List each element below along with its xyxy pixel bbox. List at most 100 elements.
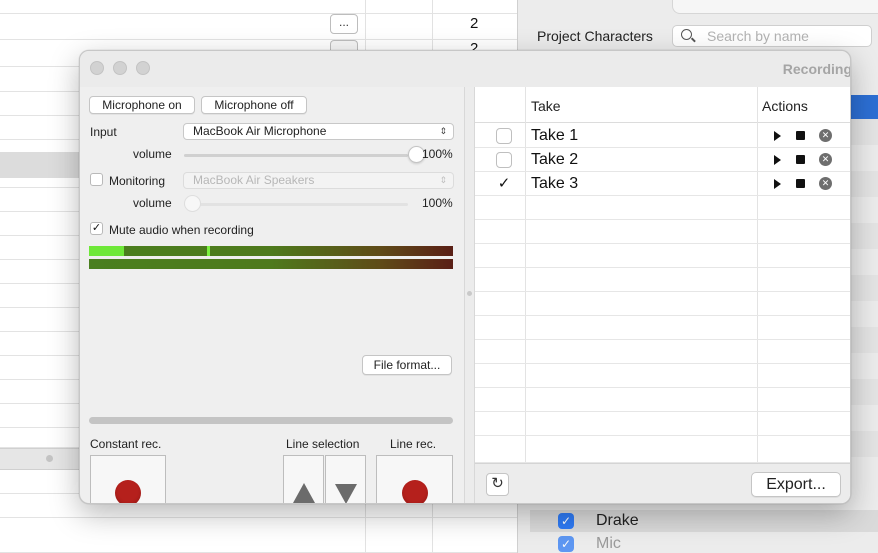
takes-pane: Take Actions Take 1 ✕ Take 2 ✕ ✓ Take 3 … (475, 87, 850, 503)
horizontal-scrollbar[interactable] (0, 448, 80, 470)
take-row[interactable]: ✓ Take 3 ✕ (475, 172, 850, 196)
project-characters-label: Project Characters (537, 28, 653, 44)
take-name: Take 1 (531, 127, 579, 144)
list-stripe (848, 171, 878, 197)
empty-row (475, 412, 850, 436)
take-row[interactable]: Take 2 ✕ (475, 148, 850, 172)
previous-line-button[interactable] (283, 455, 324, 503)
empty-row (475, 316, 850, 340)
arrow-down-icon (335, 484, 357, 503)
empty-row (475, 220, 850, 244)
line-record-button[interactable] (376, 455, 453, 503)
constant-record-button[interactable] (90, 455, 166, 503)
delete-icon[interactable]: ✕ (819, 177, 832, 190)
monitoring-volume-value: 100% (422, 196, 453, 210)
next-line-button[interactable] (325, 455, 366, 503)
export-button[interactable]: Export... (751, 472, 841, 497)
record-icon (402, 480, 428, 503)
empty-row (475, 364, 850, 388)
monitoring-checkbox[interactable] (90, 173, 103, 186)
minimize-window-button[interactable] (113, 61, 127, 75)
search-input[interactable] (707, 28, 867, 44)
take-checkbox[interactable] (496, 128, 512, 144)
input-device-value: MacBook Air Microphone (193, 124, 327, 138)
character-search[interactable] (672, 25, 872, 47)
stop-icon[interactable] (796, 155, 805, 164)
takes-table-header: Take Actions (475, 87, 850, 123)
take-checkbox[interactable] (496, 152, 512, 168)
row-more-button-partial[interactable] (330, 40, 358, 50)
empty-row (475, 388, 850, 412)
recording-progress-bar (89, 417, 453, 424)
monitoring-volume-label: volume (133, 196, 172, 210)
stop-icon[interactable] (796, 179, 805, 188)
microphone-off-button[interactable]: Microphone off (201, 96, 307, 114)
mute-audio-checkbox[interactable]: ✓ (90, 222, 103, 235)
table-row[interactable] (0, 14, 518, 40)
monitoring-volume-slider-knob[interactable] (184, 195, 201, 212)
select-arrows-icon: ⇕ (439, 126, 447, 136)
character-name: Mic (596, 535, 621, 552)
toolbar-fragment (672, 0, 878, 14)
delete-icon[interactable]: ✕ (819, 129, 832, 142)
table-row[interactable] (0, 0, 518, 14)
stop-icon[interactable] (796, 131, 805, 140)
microphone-on-button[interactable]: Microphone on (89, 96, 195, 114)
scroll-handle[interactable] (46, 455, 53, 462)
row-more-button[interactable]: ... (330, 14, 358, 34)
character-name: Drake (596, 512, 639, 529)
record-icon (115, 480, 141, 503)
take-row[interactable]: Take 1 ✕ (475, 124, 850, 148)
list-stripe (848, 223, 878, 249)
play-icon[interactable] (774, 155, 781, 165)
search-icon (681, 29, 692, 40)
refresh-icon[interactable]: ↻ (486, 473, 509, 496)
row-value: 2 (470, 40, 479, 50)
zoom-window-button[interactable] (136, 61, 150, 75)
column-header-actions[interactable]: Actions (762, 98, 808, 114)
empty-row (475, 196, 850, 220)
monitoring-device-value: MacBook Air Speakers (193, 173, 315, 187)
constant-rec-label: Constant rec. (90, 437, 162, 451)
take-checkbox[interactable]: ✓ (496, 176, 512, 192)
empty-row (475, 340, 850, 364)
input-device-select[interactable]: MacBook Air Microphone ⇕ (183, 123, 454, 140)
input-volume-value: 100% (422, 147, 453, 161)
selected-row-background (0, 152, 80, 178)
column-header-take[interactable]: Take (531, 98, 561, 114)
list-stripe (848, 327, 878, 353)
split-view-divider[interactable] (464, 87, 475, 503)
character-row-drake[interactable]: ✓ Drake (530, 510, 878, 532)
split-handle[interactable] (467, 291, 472, 296)
input-volume-slider-track[interactable] (184, 154, 408, 157)
table-row[interactable] (0, 518, 518, 553)
play-icon[interactable] (774, 131, 781, 141)
window-titlebar[interactable]: Recording (80, 51, 851, 87)
take-name: Take 3 (531, 175, 579, 192)
select-arrows-icon: ⇕ (439, 175, 447, 185)
monitoring-device-select[interactable]: MacBook Air Speakers ⇕ (183, 172, 454, 189)
empty-row (475, 436, 850, 463)
file-format-button[interactable]: File format... (362, 355, 452, 375)
monitoring-volume-slider-track[interactable] (184, 203, 408, 206)
character-checkbox[interactable]: ✓ (558, 536, 574, 552)
monitoring-label: Monitoring (109, 174, 166, 188)
line-selection-label: Line selection (286, 437, 360, 451)
recording-window: Recording Microphone on Microphone off I… (79, 50, 851, 504)
take-name: Take 2 (531, 151, 579, 168)
delete-icon[interactable]: ✕ (819, 153, 832, 166)
list-stripe (848, 275, 878, 301)
character-row-mic[interactable]: ✓ Mic (530, 533, 878, 553)
window-title: Recording (782, 61, 851, 77)
play-icon[interactable] (774, 179, 781, 189)
mute-audio-label: Mute audio when recording (109, 223, 254, 237)
selected-character-highlight (848, 95, 878, 119)
list-stripe (848, 431, 878, 457)
level-meter-left (89, 246, 453, 256)
takes-bottom-bar: ↻ Export... (475, 463, 850, 503)
close-window-button[interactable] (90, 61, 104, 75)
level-meter-right (89, 259, 453, 269)
empty-row (475, 244, 850, 268)
character-checkbox[interactable]: ✓ (558, 513, 574, 529)
level-meter-fill (89, 246, 124, 256)
